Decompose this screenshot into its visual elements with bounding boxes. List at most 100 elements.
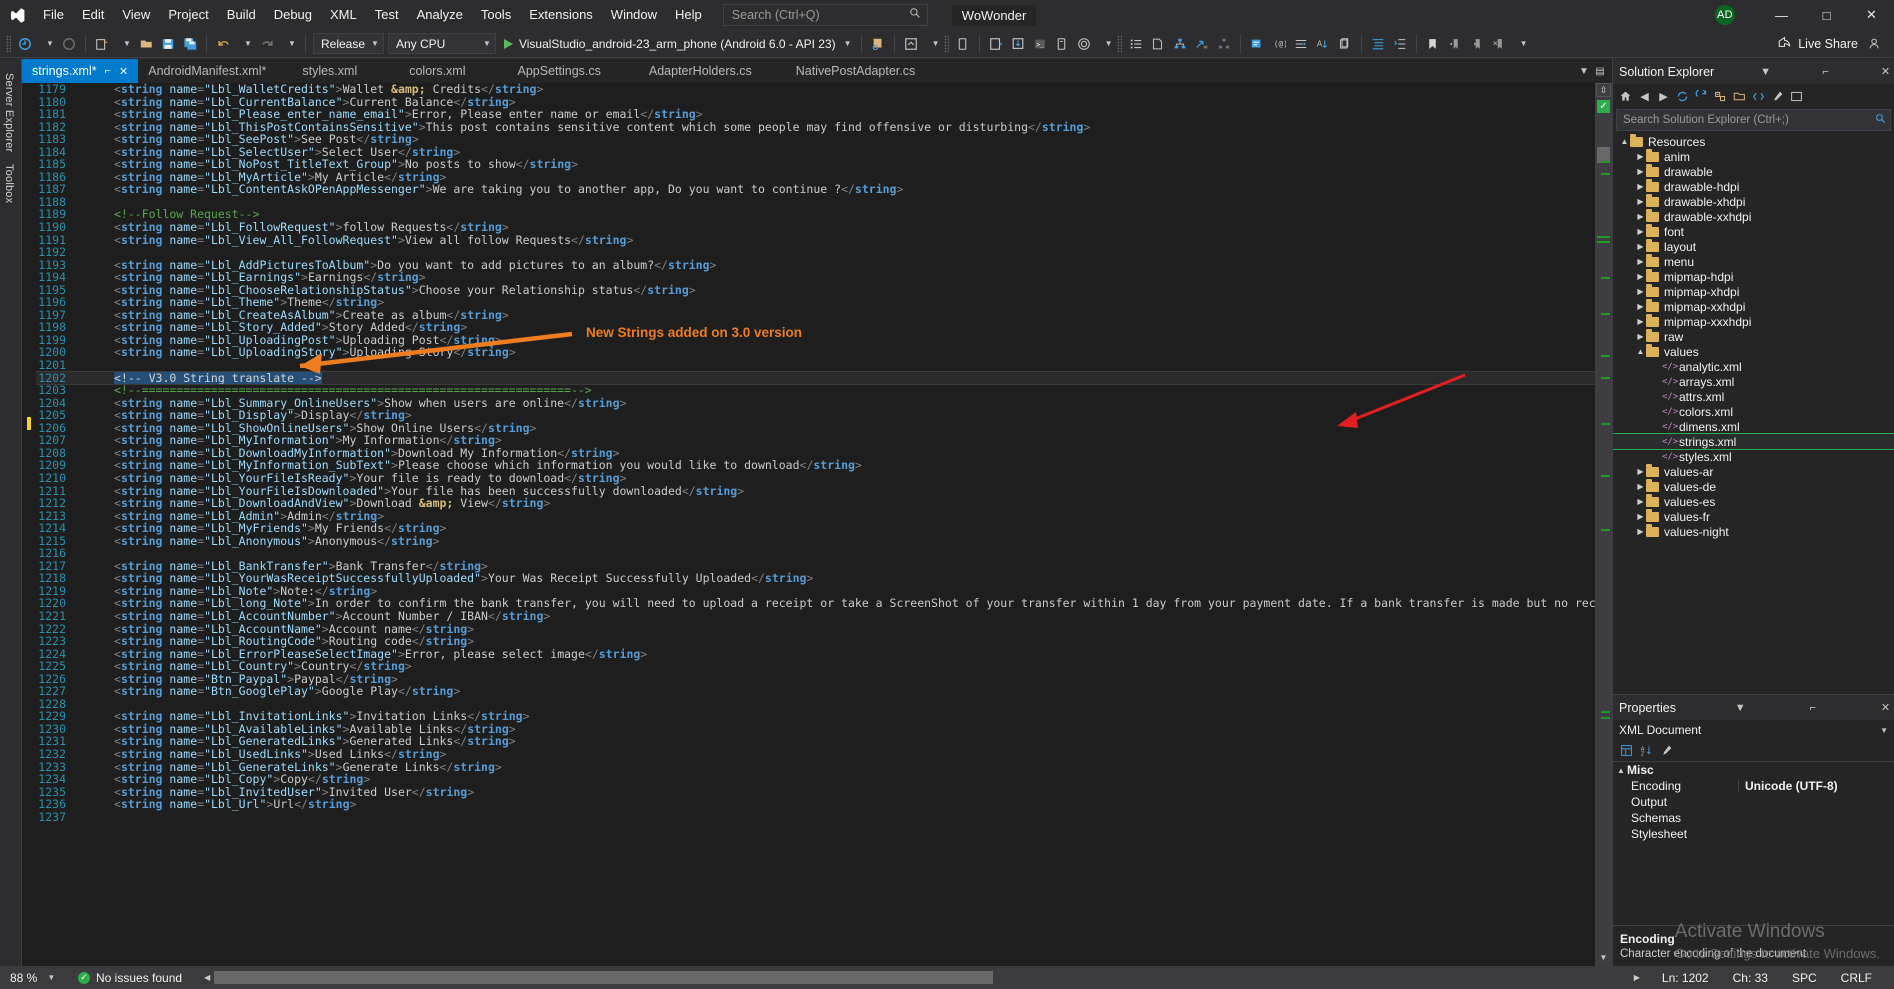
code-text[interactable]: 1179 <string name="Lbl_WalletCredits">Wal… [22, 83, 1595, 823]
go-to-definition-icon[interactable] [1191, 33, 1213, 55]
chevron-down-icon[interactable]: ▼ [844, 39, 852, 48]
tab-strings-xml[interactable]: strings.xml* ⌐ ✕ [22, 59, 139, 83]
refresh-icon[interactable] [1692, 86, 1711, 106]
minimize-button[interactable]: — [1759, 0, 1804, 30]
new-file-icon[interactable] [1147, 33, 1169, 55]
collapse-outlining-icon[interactable] [1389, 33, 1411, 55]
solution-explorer-search[interactable] [1616, 109, 1891, 131]
menu-build[interactable]: Build [218, 0, 265, 30]
outlining-collapse-icon[interactable] [72, 424, 81, 433]
tree-node-values-ar[interactable]: ▶ values-ar [1613, 464, 1894, 479]
menu-window[interactable]: Window [602, 0, 666, 30]
tree-node-menu[interactable]: ▶ menu [1613, 254, 1894, 269]
forward-navigate-icon[interactable] [58, 33, 80, 55]
expander-icon[interactable]: ▶ [1635, 512, 1646, 521]
next-bookmark-icon[interactable] [1466, 33, 1488, 55]
expander-icon[interactable]: ▶ [1635, 317, 1646, 326]
expander-icon[interactable]: ▶ [1635, 272, 1646, 281]
split-view-handle[interactable]: ⇳ [1596, 83, 1611, 97]
redo-icon[interactable] [256, 33, 278, 55]
tree-node-colors-xml[interactable]: </> colors.xml [1613, 404, 1894, 419]
indentation-mode[interactable]: SPC [1780, 971, 1829, 985]
sync-with-document-icon[interactable] [1673, 86, 1692, 106]
toolbox-tab[interactable]: Toolbox [0, 158, 18, 209]
android-sdk-manager-icon[interactable] [952, 33, 974, 55]
horizontal-scrollbar[interactable]: ◀ ▶ [194, 971, 1650, 984]
menu-test[interactable]: Test [366, 0, 408, 30]
android-device-dropdown-icon[interactable]: ▼ [922, 33, 944, 55]
solution-explorer-tree[interactable]: ▲ Resources ▶ anim ▶ drawable ▶ drawable-hdpi ▶ d… [1613, 134, 1894, 694]
expander-icon[interactable]: ▶ [1635, 527, 1646, 536]
clipboard-ring-icon[interactable] [1334, 33, 1356, 55]
expander-icon[interactable]: ▲ [1617, 766, 1627, 775]
home-icon[interactable] [1616, 86, 1635, 106]
expander-icon[interactable]: ▶ [1635, 167, 1646, 176]
expander-icon[interactable]: ▲ [1619, 137, 1630, 146]
scroll-left-arrow[interactable]: ◀ [200, 973, 214, 982]
chevron-down-icon[interactable]: ▼ [47, 973, 55, 982]
property-category-row[interactable]: ▲ Misc [1613, 762, 1894, 778]
chevron-down-icon[interactable]: ▼ [1757, 66, 1774, 78]
menu-tools[interactable]: Tools [472, 0, 520, 30]
tree-node-mipmap-xxhdpi[interactable]: ▶ mipmap-xxhdpi [1613, 299, 1894, 314]
tree-node-font[interactable]: ▶ font [1613, 224, 1894, 239]
expander-icon[interactable]: ▶ [1635, 332, 1646, 341]
property-pages-icon[interactable] [1656, 741, 1676, 760]
property-row[interactable]: Stylesheet [1613, 826, 1894, 842]
save-all-icon[interactable] [179, 33, 201, 55]
tree-node-mipmap-hdpi[interactable]: ▶ mipmap-hdpi [1613, 269, 1894, 284]
expander-icon[interactable]: ▲ [1635, 347, 1646, 356]
open-file-icon[interactable] [135, 33, 157, 55]
menu-xml[interactable]: XML [321, 0, 366, 30]
forward-icon[interactable]: ▶ [1654, 86, 1673, 106]
chevron-down-icon[interactable]: ▼ [1732, 702, 1749, 714]
line-ending-mode[interactable]: CRLF [1829, 971, 1894, 985]
attach-process-icon[interactable] [867, 33, 889, 55]
collapse-all-icon[interactable] [1711, 86, 1730, 106]
tree-node-layout[interactable]: ▶ layout [1613, 239, 1894, 254]
zoom-control[interactable]: 88 % ▼ [0, 971, 78, 985]
format-document-icon[interactable] [1367, 33, 1389, 55]
tab-nativepostadapter-cs[interactable]: NativePostAdapter.cs [773, 59, 938, 83]
sort-lines-icon[interactable]: A [1312, 33, 1334, 55]
tree-node-raw[interactable]: ▶ raw [1613, 329, 1894, 344]
issues-status-icon[interactable]: ✓ [1597, 100, 1610, 113]
step-out-icon[interactable]: >_ [1029, 33, 1051, 55]
back-icon[interactable]: ◀ [1635, 86, 1654, 106]
chevron-down-icon[interactable]: ▼ [1576, 66, 1592, 77]
live-share-button[interactable]: Live Share [1777, 35, 1858, 52]
expander-icon[interactable]: ▶ [1635, 197, 1646, 206]
search-input[interactable] [729, 7, 909, 23]
expander-icon[interactable]: ▶ [1635, 497, 1646, 506]
properties-icon[interactable] [1768, 86, 1787, 106]
tree-node-attrs-xml[interactable]: </> attrs.xml [1613, 389, 1894, 404]
categorized-icon[interactable] [1616, 741, 1636, 760]
step-into-icon[interactable] [985, 33, 1007, 55]
tree-node-drawable-xhdpi[interactable]: ▶ drawable-xhdpi [1613, 194, 1894, 209]
tree-node-values[interactable]: ▲ values [1613, 344, 1894, 359]
view-code-icon[interactable] [1749, 86, 1768, 106]
toolbar-grip[interactable] [1116, 34, 1122, 53]
expander-icon[interactable]: ▶ [1635, 182, 1646, 191]
menu-view[interactable]: View [113, 0, 159, 30]
menu-extensions[interactable]: Extensions [520, 0, 602, 30]
back-navigate-icon[interactable] [14, 33, 36, 55]
tree-node-styles-xml[interactable]: </> styles.xml [1613, 449, 1894, 464]
expander-icon[interactable]: ▶ [1635, 257, 1646, 266]
property-value[interactable]: Unicode (UTF-8) [1738, 779, 1894, 793]
hscroll-thumb[interactable] [214, 971, 993, 984]
properties-object-selector[interactable]: XML Document ▼ [1613, 720, 1894, 740]
property-row[interactable]: Encoding Unicode (UTF-8) [1613, 778, 1894, 794]
expander-icon[interactable]: ▶ [1635, 302, 1646, 311]
tree-node-values-night[interactable]: ▶ values-night [1613, 524, 1894, 539]
preview-icon[interactable] [1787, 86, 1806, 106]
new-project-icon[interactable] [91, 33, 113, 55]
pin-icon[interactable]: ⌐ [105, 65, 111, 77]
server-explorer-tab[interactable]: Server Explorer [0, 67, 18, 158]
tab-styles-xml[interactable]: styles.xml [276, 59, 384, 83]
tab-androidmanifest-xml[interactable]: AndroidManifest.xml* [138, 59, 277, 83]
platform-combobox[interactable]: Any CPU ▼ [387, 33, 496, 54]
previous-bookmark-icon[interactable] [1444, 33, 1466, 55]
tree-node-drawable-hdpi[interactable]: ▶ drawable-hdpi [1613, 179, 1894, 194]
back-navigate-dropdown-icon[interactable]: ▼ [36, 33, 58, 55]
